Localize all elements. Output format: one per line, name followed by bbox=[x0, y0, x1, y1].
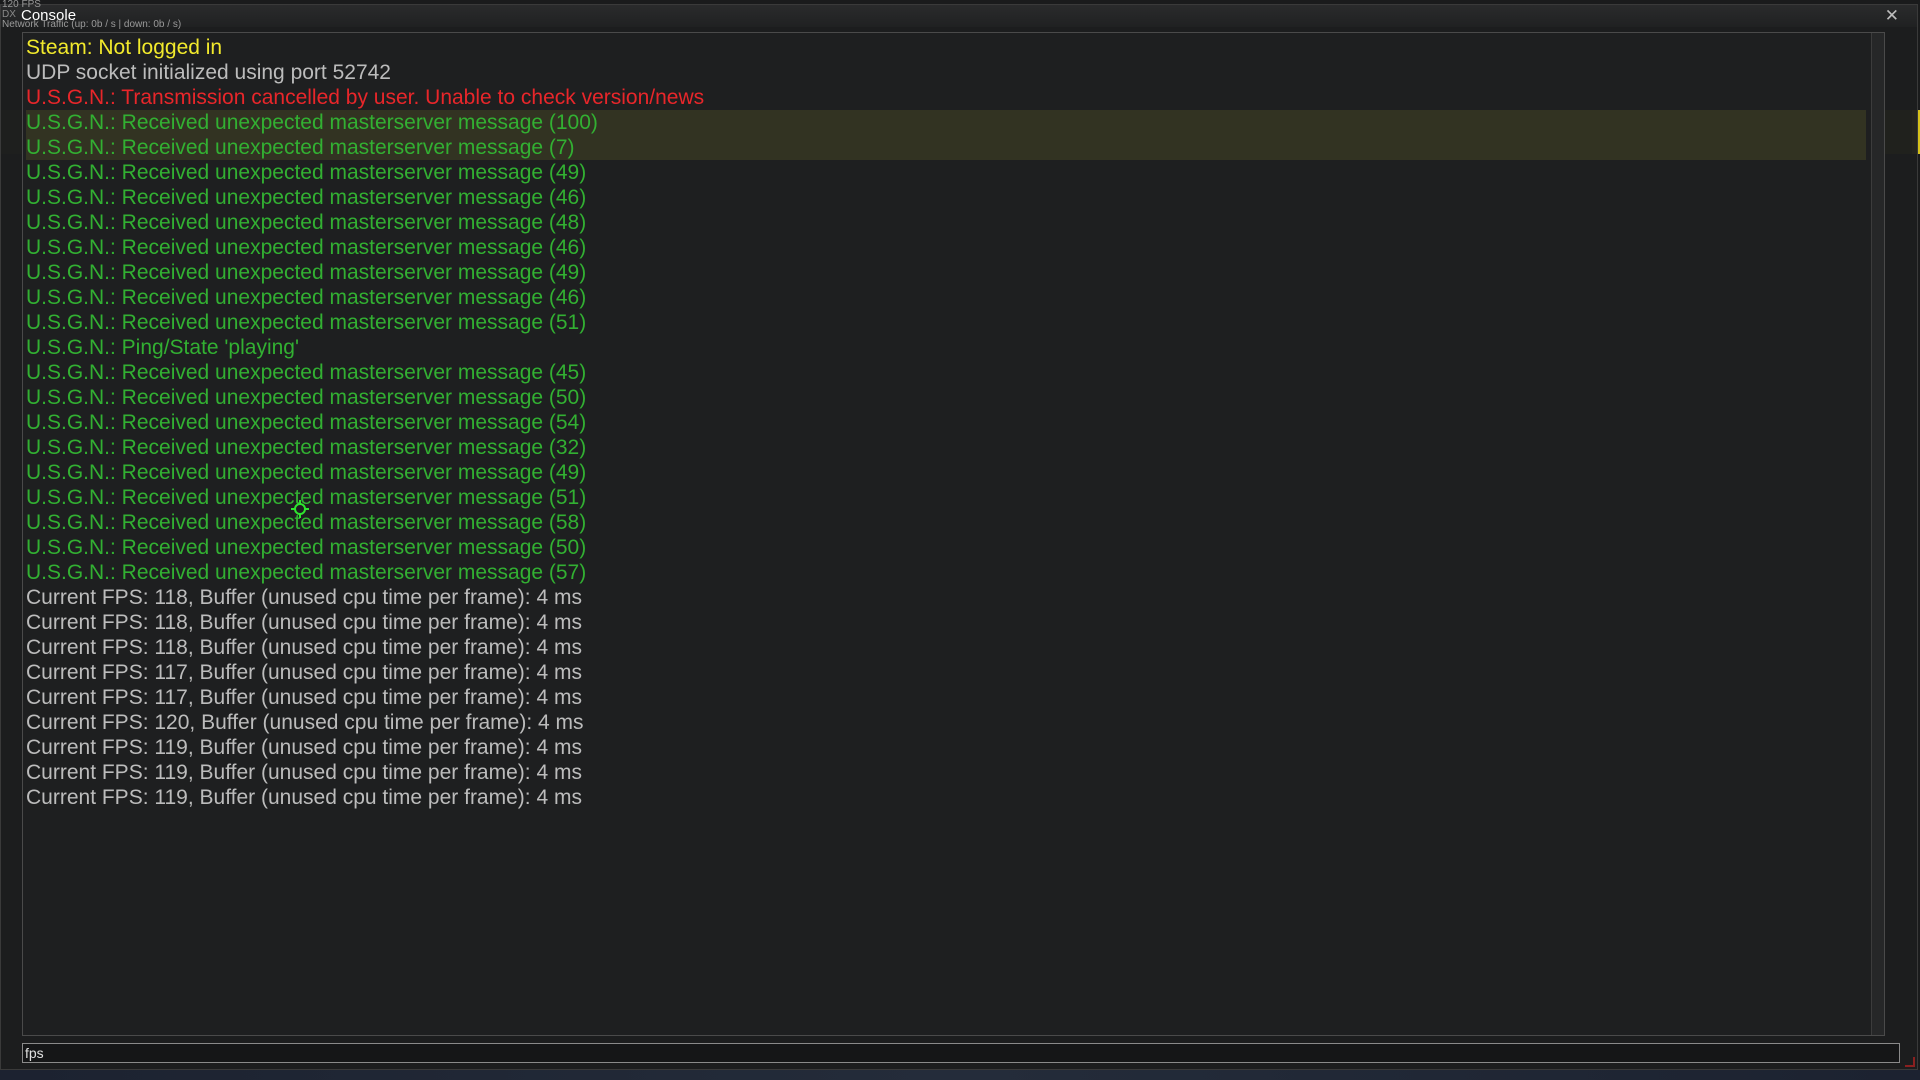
log-line: UDP socket initialized using port 52742 bbox=[26, 61, 391, 84]
log-line: U.S.G.N.: Received unexpected masterserv… bbox=[26, 236, 587, 259]
log-line: U.S.G.N.: Received unexpected masterserv… bbox=[26, 461, 587, 484]
resize-grip-icon[interactable] bbox=[1905, 1057, 1915, 1067]
background-bottom bbox=[0, 1070, 1920, 1080]
console-input-box[interactable] bbox=[22, 1043, 1900, 1063]
log-line: U.S.G.N.: Received unexpected masterserv… bbox=[26, 436, 587, 459]
log-line: U.S.G.N.: Received unexpected masterserv… bbox=[26, 311, 587, 334]
log-line: Current FPS: 120, Buffer (unused cpu tim… bbox=[26, 711, 584, 734]
network-traffic: Network Traffic (up: 0b / s | down: 0b /… bbox=[2, 19, 182, 30]
log-line: U.S.G.N.: Received unexpected masterserv… bbox=[26, 261, 587, 284]
log-line: Current FPS: 119, Buffer (unused cpu tim… bbox=[26, 761, 582, 784]
log-line: U.S.G.N.: Received unexpected masterserv… bbox=[26, 536, 587, 559]
console-titlebar[interactable]: Console ✕ bbox=[1, 5, 1917, 27]
log-line: Current FPS: 118, Buffer (unused cpu tim… bbox=[26, 586, 582, 609]
log-line: Current FPS: 117, Buffer (unused cpu tim… bbox=[26, 661, 582, 684]
fps-counter: 120 FPS bbox=[2, 0, 41, 10]
crosshair-icon bbox=[291, 500, 309, 518]
log-line: U.S.G.N.: Received unexpected masterserv… bbox=[26, 361, 587, 384]
log-line: U.S.G.N.: Transmission cancelled by user… bbox=[26, 86, 705, 109]
log-line: Current FPS: 117, Buffer (unused cpu tim… bbox=[26, 686, 582, 709]
log-lines: Steam: Not logged in UDP socket initializ… bbox=[26, 35, 1866, 810]
log-line: U.S.G.N.: Received unexpected masterserv… bbox=[26, 411, 587, 434]
log-line: Current FPS: 119, Buffer (unused cpu tim… bbox=[26, 786, 582, 809]
log-line: U.S.G.N.: Received unexpected masterserv… bbox=[26, 186, 587, 209]
log-line: Current FPS: 118, Buffer (unused cpu tim… bbox=[26, 636, 582, 659]
game-screen: 120 FPS DX Network Traffic (up: 0b / s |… bbox=[0, 0, 1920, 1080]
console-log: Steam: Not logged in UDP socket initializ… bbox=[22, 32, 1885, 1036]
performance-overlay: 120 FPS DX Network Traffic (up: 0b / s |… bbox=[2, 0, 181, 30]
log-line: U.S.G.N.: Ping/State 'playing' bbox=[26, 336, 299, 359]
log-scrollbar[interactable] bbox=[1871, 33, 1884, 1035]
log-line: U.S.G.N.: Received unexpected masterserv… bbox=[26, 161, 587, 184]
log-line: U.S.G.N.: Received unexpected masterserv… bbox=[26, 211, 587, 234]
log-line: Current FPS: 119, Buffer (unused cpu tim… bbox=[26, 736, 582, 759]
close-icon[interactable]: ✕ bbox=[1885, 6, 1899, 26]
console-window: Console ✕ Steam: Not logged in UDP socket… bbox=[0, 4, 1918, 1070]
log-line: U.S.G.N.: Received unexpected masterserv… bbox=[26, 286, 587, 309]
log-line: Steam: Not logged in bbox=[26, 36, 223, 59]
log-line: U.S.G.N.: Received unexpected masterserv… bbox=[26, 561, 587, 584]
log-line: U.S.G.N.: Received unexpected masterserv… bbox=[26, 110, 1866, 135]
log-line: Current FPS: 118, Buffer (unused cpu tim… bbox=[26, 611, 582, 634]
log-line: U.S.G.N.: Received unexpected masterserv… bbox=[26, 386, 587, 409]
console-command-input[interactable] bbox=[23, 1044, 1899, 1062]
log-line: U.S.G.N.: Received unexpected masterserv… bbox=[26, 135, 1866, 160]
